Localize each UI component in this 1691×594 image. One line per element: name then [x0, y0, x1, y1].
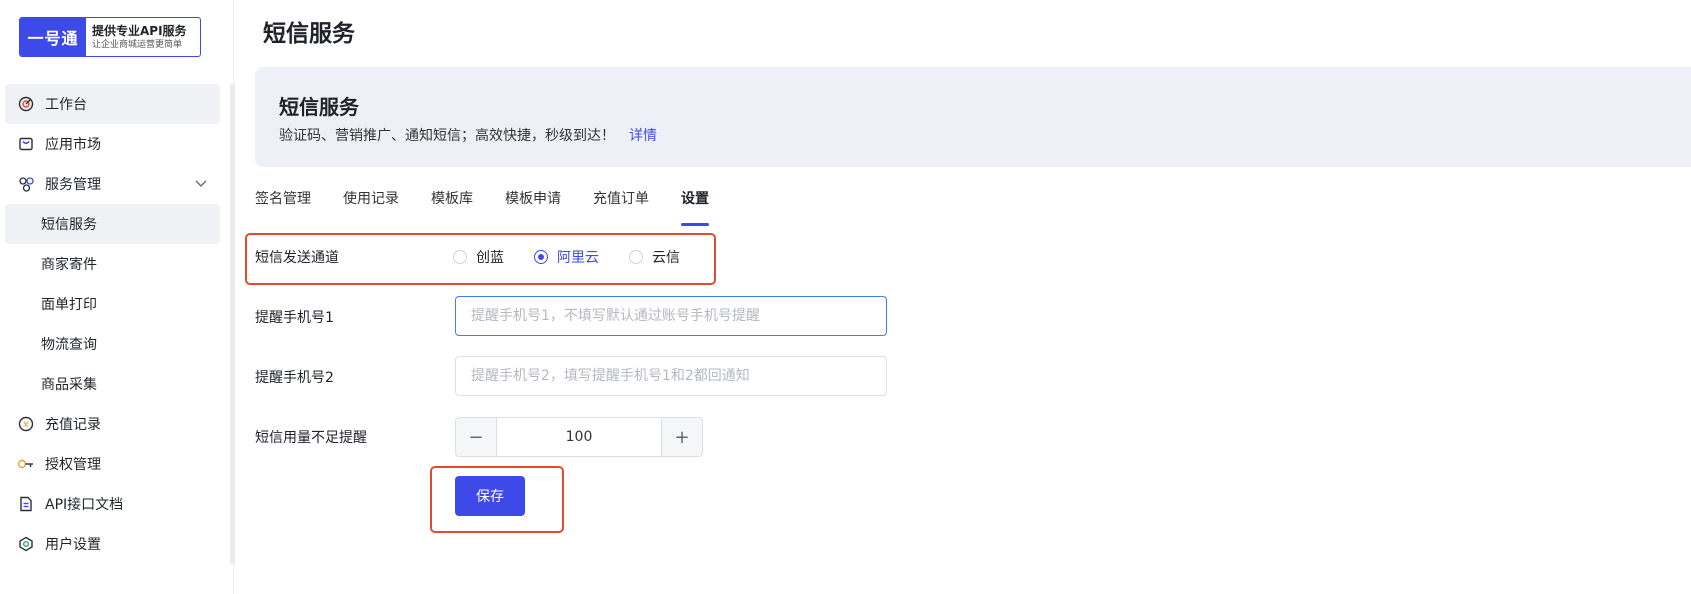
services-icon [17, 175, 35, 193]
sidebar-item-label: 应用市场 [45, 137, 101, 153]
save-button[interactable]: 保存 [455, 476, 525, 516]
user-settings-icon [17, 535, 35, 553]
radio-circle[interactable] [534, 250, 548, 264]
sidebar-item-dashboard[interactable]: 工作台 [5, 84, 220, 124]
sidebar-item-user-settings[interactable]: 用户设置 [5, 524, 220, 564]
channel-label: 短信发送通道 [255, 250, 339, 266]
banner-title: 短信服务 [279, 95, 359, 119]
document-icon [17, 495, 35, 513]
channel-radio-group: 创蓝 阿里云 云信 [453, 247, 710, 267]
decrement-button[interactable]: − [456, 418, 497, 456]
details-link[interactable]: 详情 [629, 128, 657, 144]
phone1-input[interactable] [455, 296, 887, 336]
sidebar-item-merchant-shipping[interactable]: 商家寄件 [5, 244, 220, 284]
recharge-icon: ¥ [17, 415, 35, 433]
sidebar-item-label: 物流查询 [41, 337, 97, 353]
sidebar-item-label: 短信服务 [41, 217, 97, 233]
stepper-value[interactable]: 100 [497, 418, 661, 456]
sidebar-item-label: 充值记录 [45, 417, 101, 433]
sidebar-item-app-market[interactable]: 应用市场 [5, 124, 220, 164]
tab-settings[interactable]: 设置 [681, 188, 709, 226]
radio-aliyun[interactable]: 阿里云 [534, 247, 599, 267]
tab-bar: 签名管理 使用记录 模板库 模板申请 充值订单 设置 [255, 188, 741, 226]
sidebar-item-recharge-records[interactable]: ¥ 充值记录 [5, 404, 220, 444]
phone1-label: 提醒手机号1 [255, 310, 334, 326]
sidebar-item-label: 商家寄件 [41, 257, 97, 273]
logo-title: 提供专业API服务 [92, 23, 187, 38]
increment-button[interactable]: + [661, 418, 702, 456]
sidebar-item-label: 面单打印 [41, 297, 97, 313]
quantity-stepper: − 100 + [455, 417, 703, 457]
sidebar-item-label: API接口文档 [45, 497, 124, 513]
tab-template-application[interactable]: 模板申请 [505, 188, 561, 226]
sidebar-item-waybill-print[interactable]: 面单打印 [5, 284, 220, 324]
threshold-label: 短信用量不足提醒 [255, 430, 367, 446]
main-content: 短信服务 短信服务 验证码、营销推广、通知短信；高效快捷，秒级到达！ 详情 签名管… [235, 0, 1691, 594]
sidebar-item-label: 服务管理 [45, 177, 101, 193]
radio-circle[interactable] [453, 250, 467, 264]
tab-signature-management[interactable]: 签名管理 [255, 188, 311, 226]
page-title: 短信服务 [263, 21, 355, 47]
banner-description-text: 验证码、营销推广、通知短信；高效快捷，秒级到达！ [279, 128, 615, 144]
sidebar-item-label: 授权管理 [45, 457, 101, 473]
banner-description: 验证码、营销推广、通知短信；高效快捷，秒级到达！ 详情 [279, 125, 657, 145]
logo[interactable]: 一号通 提供专业API服务 让企业商城运营更简单 [19, 17, 201, 57]
radio-circle[interactable] [629, 250, 643, 264]
app-window: 一号通 提供专业API服务 让企业商城运营更简单 工作台 应用市场 服务管理 短… [0, 0, 1691, 594]
sidebar-item-label: 用户设置 [45, 537, 101, 553]
key-icon [17, 455, 35, 473]
radio-label: 创蓝 [476, 250, 504, 266]
sidebar-item-authorization[interactable]: 授权管理 [5, 444, 220, 484]
phone2-input[interactable] [455, 356, 887, 396]
shopping-bag-icon [17, 135, 35, 153]
logo-subtitle: 让企业商城运营更简单 [92, 39, 183, 50]
radio-chuanglan[interactable]: 创蓝 [453, 247, 504, 267]
tab-usage-records[interactable]: 使用记录 [343, 188, 399, 226]
service-banner: 短信服务 验证码、营销推广、通知短信；高效快捷，秒级到达！ 详情 [255, 67, 1691, 167]
sidebar-item-product-collection[interactable]: 商品采集 [5, 364, 220, 404]
tab-template-library[interactable]: 模板库 [431, 188, 473, 226]
sidebar-item-label: 工作台 [45, 97, 87, 113]
sidebar-item-logistics-query[interactable]: 物流查询 [5, 324, 220, 364]
sidebar-item-api-docs[interactable]: API接口文档 [5, 484, 220, 524]
logo-mark: 一号通 [20, 18, 86, 56]
phone2-label: 提醒手机号2 [255, 370, 334, 386]
chevron-down-icon[interactable] [194, 176, 208, 194]
tab-recharge-orders[interactable]: 充值订单 [593, 188, 649, 226]
sidebar-item-service-management[interactable]: 服务管理 [5, 164, 220, 204]
radio-label: 云信 [652, 250, 680, 266]
sidebar: 一号通 提供专业API服务 让企业商城运营更简单 工作台 应用市场 服务管理 短… [0, 0, 235, 594]
svg-text:¥: ¥ [23, 421, 29, 431]
dashboard-icon [17, 95, 35, 113]
sidebar-item-label: 商品采集 [41, 377, 97, 393]
radio-yunxin[interactable]: 云信 [629, 247, 680, 267]
sidebar-item-sms-service[interactable]: 短信服务 [5, 204, 220, 244]
radio-label: 阿里云 [557, 250, 599, 266]
